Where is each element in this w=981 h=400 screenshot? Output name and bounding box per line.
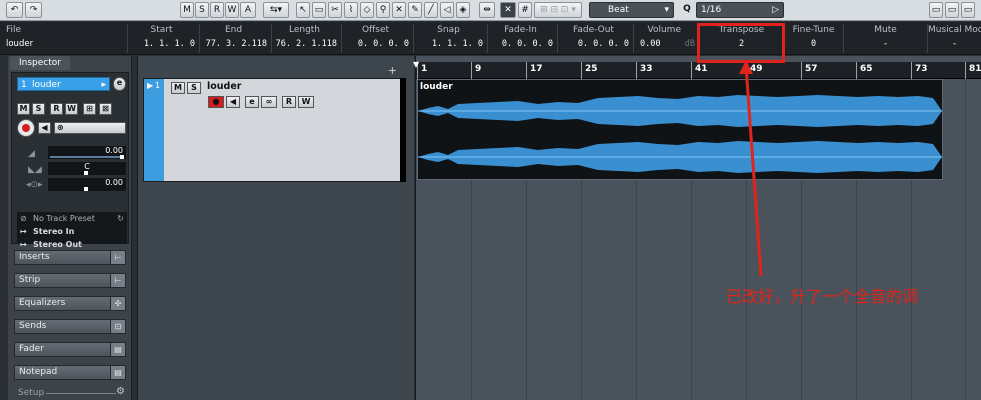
- annotation-text: 已改好，升了一个全音的调: [726, 287, 919, 306]
- annotation-arrow: [739, 60, 763, 277]
